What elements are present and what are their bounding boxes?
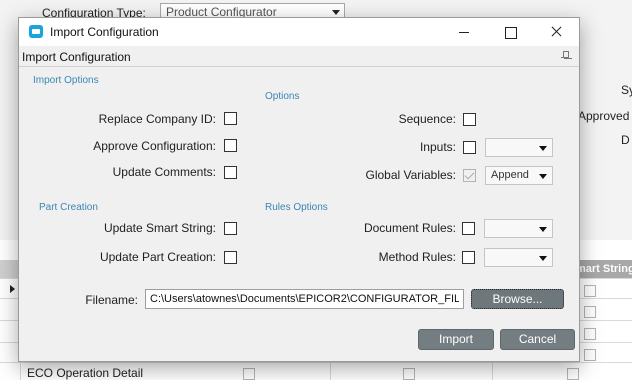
update-smart-string-label: Update Smart String: bbox=[103, 221, 216, 235]
sequence-checkbox[interactable] bbox=[463, 113, 476, 126]
grid-checkbox[interactable] bbox=[403, 368, 415, 380]
browse-button[interactable]: Browse... bbox=[471, 289, 564, 309]
global-variables-checkbox[interactable] bbox=[463, 169, 476, 182]
inputs-label: Inputs: bbox=[419, 140, 456, 154]
app-icon bbox=[29, 25, 43, 38]
document-rules-label: Document Rules: bbox=[363, 221, 456, 235]
method-rules-dropdown[interactable] bbox=[484, 248, 553, 267]
update-comments-checkbox[interactable] bbox=[224, 166, 237, 179]
update-smart-string-checkbox[interactable] bbox=[224, 222, 237, 235]
update-part-creation-label: Update Part Creation: bbox=[99, 250, 216, 264]
import-options-header: Import Options bbox=[33, 75, 99, 86]
background-field-label-3: D bbox=[621, 133, 630, 147]
grid-checkbox[interactable] bbox=[584, 349, 596, 361]
grid-checkbox[interactable] bbox=[584, 285, 596, 297]
inputs-checkbox[interactable] bbox=[463, 141, 476, 154]
cancel-button[interactable]: Cancel bbox=[500, 329, 575, 350]
background-field-label-2: Approved bbox=[578, 109, 630, 123]
global-variables-dropdown[interactable]: Append bbox=[485, 166, 553, 185]
replace-company-id-checkbox[interactable] bbox=[224, 112, 237, 125]
import-configuration-dialog: Import Configuration Import Configuratio… bbox=[18, 17, 580, 362]
update-part-creation-checkbox[interactable] bbox=[224, 251, 237, 264]
chevron-down-icon bbox=[539, 174, 547, 179]
document-rules-checkbox[interactable] bbox=[462, 222, 475, 235]
approve-configuration-label: Approve Configuration: bbox=[93, 139, 216, 153]
grid-divider bbox=[0, 362, 632, 363]
sequence-label: Sequence: bbox=[398, 112, 456, 126]
pin-icon[interactable] bbox=[561, 51, 569, 61]
grid-checkbox[interactable] bbox=[243, 368, 255, 380]
method-rules-checkbox[interactable] bbox=[462, 251, 475, 264]
grid-checkbox[interactable] bbox=[567, 368, 579, 380]
approve-configuration-checkbox[interactable] bbox=[224, 139, 237, 152]
background-field-label-1: Sy bbox=[621, 83, 632, 97]
panel-title: Import Configuration bbox=[22, 50, 131, 64]
replace-company-id-label: Replace Company ID: bbox=[98, 112, 216, 126]
grid-column-header[interactable]: mart String bbox=[572, 260, 632, 278]
filename-input[interactable] bbox=[145, 289, 464, 309]
chevron-down-icon bbox=[539, 146, 547, 151]
chevron-down-icon bbox=[539, 227, 547, 232]
global-variables-dropdown-value: Append bbox=[491, 169, 529, 181]
options-header: Options bbox=[265, 91, 300, 102]
method-rules-label: Method Rules: bbox=[378, 250, 456, 264]
inputs-dropdown[interactable] bbox=[485, 138, 553, 157]
row-indicator-icon bbox=[10, 285, 15, 293]
grid-row-label: ECO Operation Detail bbox=[27, 366, 144, 380]
grid-checkbox[interactable] bbox=[584, 328, 596, 340]
chevron-down-icon bbox=[539, 256, 547, 261]
filename-label: Filename: bbox=[85, 293, 138, 307]
global-variables-label: Global Variables: bbox=[365, 168, 457, 182]
update-comments-label: Update Comments: bbox=[112, 165, 216, 179]
close-button[interactable] bbox=[533, 18, 579, 46]
part-creation-header: Part Creation bbox=[39, 202, 98, 213]
minimize-button[interactable] bbox=[441, 18, 487, 46]
window-title: Import Configuration bbox=[50, 25, 159, 39]
rules-options-header: Rules Options bbox=[265, 202, 328, 213]
panel-header: Import Configuration bbox=[19, 46, 579, 67]
maximize-button[interactable] bbox=[487, 18, 533, 46]
document-rules-dropdown[interactable] bbox=[484, 219, 553, 238]
chevron-down-icon bbox=[332, 10, 340, 15]
import-button[interactable]: Import bbox=[418, 329, 494, 350]
grid-checkbox[interactable] bbox=[584, 306, 596, 318]
title-bar[interactable]: Import Configuration bbox=[19, 18, 579, 46]
